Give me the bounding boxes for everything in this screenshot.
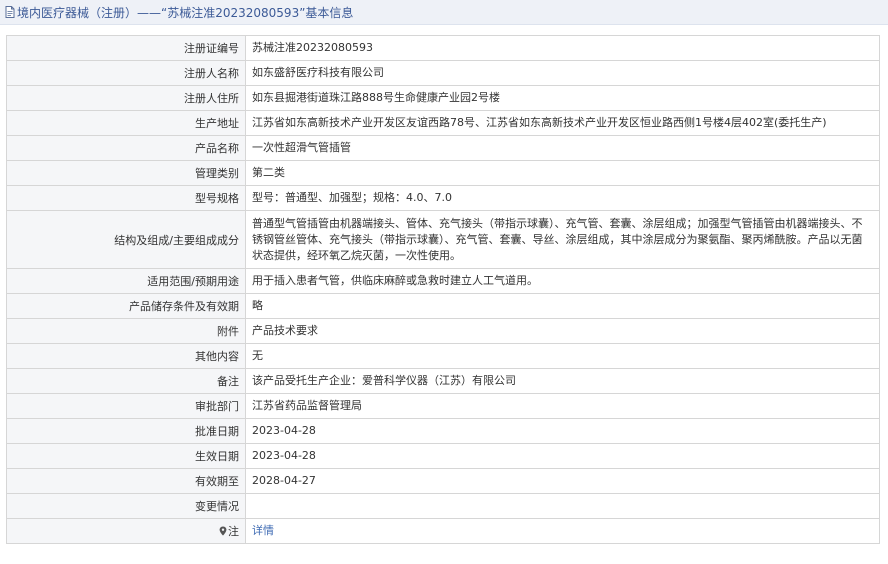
table-row: 注册证编号 苏械注准20232080593 [6,35,880,61]
row-label: 生效日期 [6,443,246,469]
row-label: 型号规格 [6,185,246,211]
row-label: 注册人住所 [6,85,246,111]
row-label: 产品名称 [6,135,246,161]
table-row: 批准日期 2023-04-28 [6,418,880,444]
row-label: 备注 [6,368,246,394]
info-table: 注册证编号 苏械注准20232080593 注册人名称 如东盛舒医疗科技有限公司… [6,35,880,544]
row-value: 2028-04-27 [245,468,880,494]
table-row: 附件 产品技术要求 [6,318,880,344]
row-value: 江苏省如东高新技术产业开发区友谊西路78号、江苏省如东高新技术产业开发区恒业路西… [245,110,880,136]
note-label-text: 注 [228,525,239,538]
row-value: 详情 [245,518,880,544]
row-label: 生产地址 [6,110,246,136]
row-value: 无 [245,343,880,369]
table-row: 变更情况 [6,493,880,519]
row-value: 略 [245,293,880,319]
row-label: 适用范围/预期用途 [6,268,246,294]
table-row: 产品名称 一次性超滑气管插管 [6,135,880,161]
table-row: 适用范围/预期用途 用于插入患者气管，供临床麻醉或急救时建立人工气道用。 [6,268,880,294]
pin-icon [219,526,227,536]
row-label: 产品储存条件及有效期 [6,293,246,319]
row-value: 2023-04-28 [245,443,880,469]
row-label: 有效期至 [6,468,246,494]
row-value: 如东县掘港街道珠江路888号生命健康产业园2号楼 [245,85,880,111]
table-row: 注册人名称 如东盛舒医疗科技有限公司 [6,60,880,86]
table-row: 注册人住所 如东县掘港街道珠江路888号生命健康产业园2号楼 [6,85,880,111]
note-label: 注 [6,518,246,544]
row-value: 一次性超滑气管插管 [245,135,880,161]
page-title: 境内医疗器械（注册）——“苏械注准20232080593”基本信息 [17,5,354,20]
row-value [245,493,880,519]
row-label: 审批部门 [6,393,246,419]
row-value: 产品技术要求 [245,318,880,344]
table-row: 审批部门 江苏省药品监督管理局 [6,393,880,419]
row-label: 注册人名称 [6,60,246,86]
row-label: 管理类别 [6,160,246,186]
details-link[interactable]: 详情 [252,524,274,537]
row-label: 注册证编号 [6,35,246,61]
table-row: 结构及组成/主要组成成分 普通型气管插管由机器端接头、管体、充气接头（带指示球囊… [6,210,880,269]
row-value: 江苏省药品监督管理局 [245,393,880,419]
row-value: 苏械注准20232080593 [245,35,880,61]
row-label: 结构及组成/主要组成成分 [6,210,246,269]
row-value: 用于插入患者气管，供临床麻醉或急救时建立人工气道用。 [245,268,880,294]
table-row: 生效日期 2023-04-28 [6,443,880,469]
table-row: 生产地址 江苏省如东高新技术产业开发区友谊西路78号、江苏省如东高新技术产业开发… [6,110,880,136]
table-row: 备注 该产品受托生产企业：爱普科学仪器（江苏）有限公司 [6,368,880,394]
table-row: 有效期至 2028-04-27 [6,468,880,494]
row-value: 普通型气管插管由机器端接头、管体、充气接头（带指示球囊）、充气管、套囊、涂层组成… [245,210,880,269]
row-value: 该产品受托生产企业：爱普科学仪器（江苏）有限公司 [245,368,880,394]
row-label: 变更情况 [6,493,246,519]
row-value: 2023-04-28 [245,418,880,444]
table-row-note: 注 详情 [6,518,880,544]
table-row: 产品储存条件及有效期 略 [6,293,880,319]
table-row: 型号规格 型号：普通型、加强型；规格：4.0、7.0 [6,185,880,211]
row-value: 型号：普通型、加强型；规格：4.0、7.0 [245,185,880,211]
document-icon [5,6,15,18]
page-header: 境内医疗器械（注册）——“苏械注准20232080593”基本信息 [0,0,888,25]
table-row: 管理类别 第二类 [6,160,880,186]
row-label: 其他内容 [6,343,246,369]
row-label: 批准日期 [6,418,246,444]
table-row: 其他内容 无 [6,343,880,369]
row-value: 如东盛舒医疗科技有限公司 [245,60,880,86]
row-value: 第二类 [245,160,880,186]
row-label: 附件 [6,318,246,344]
